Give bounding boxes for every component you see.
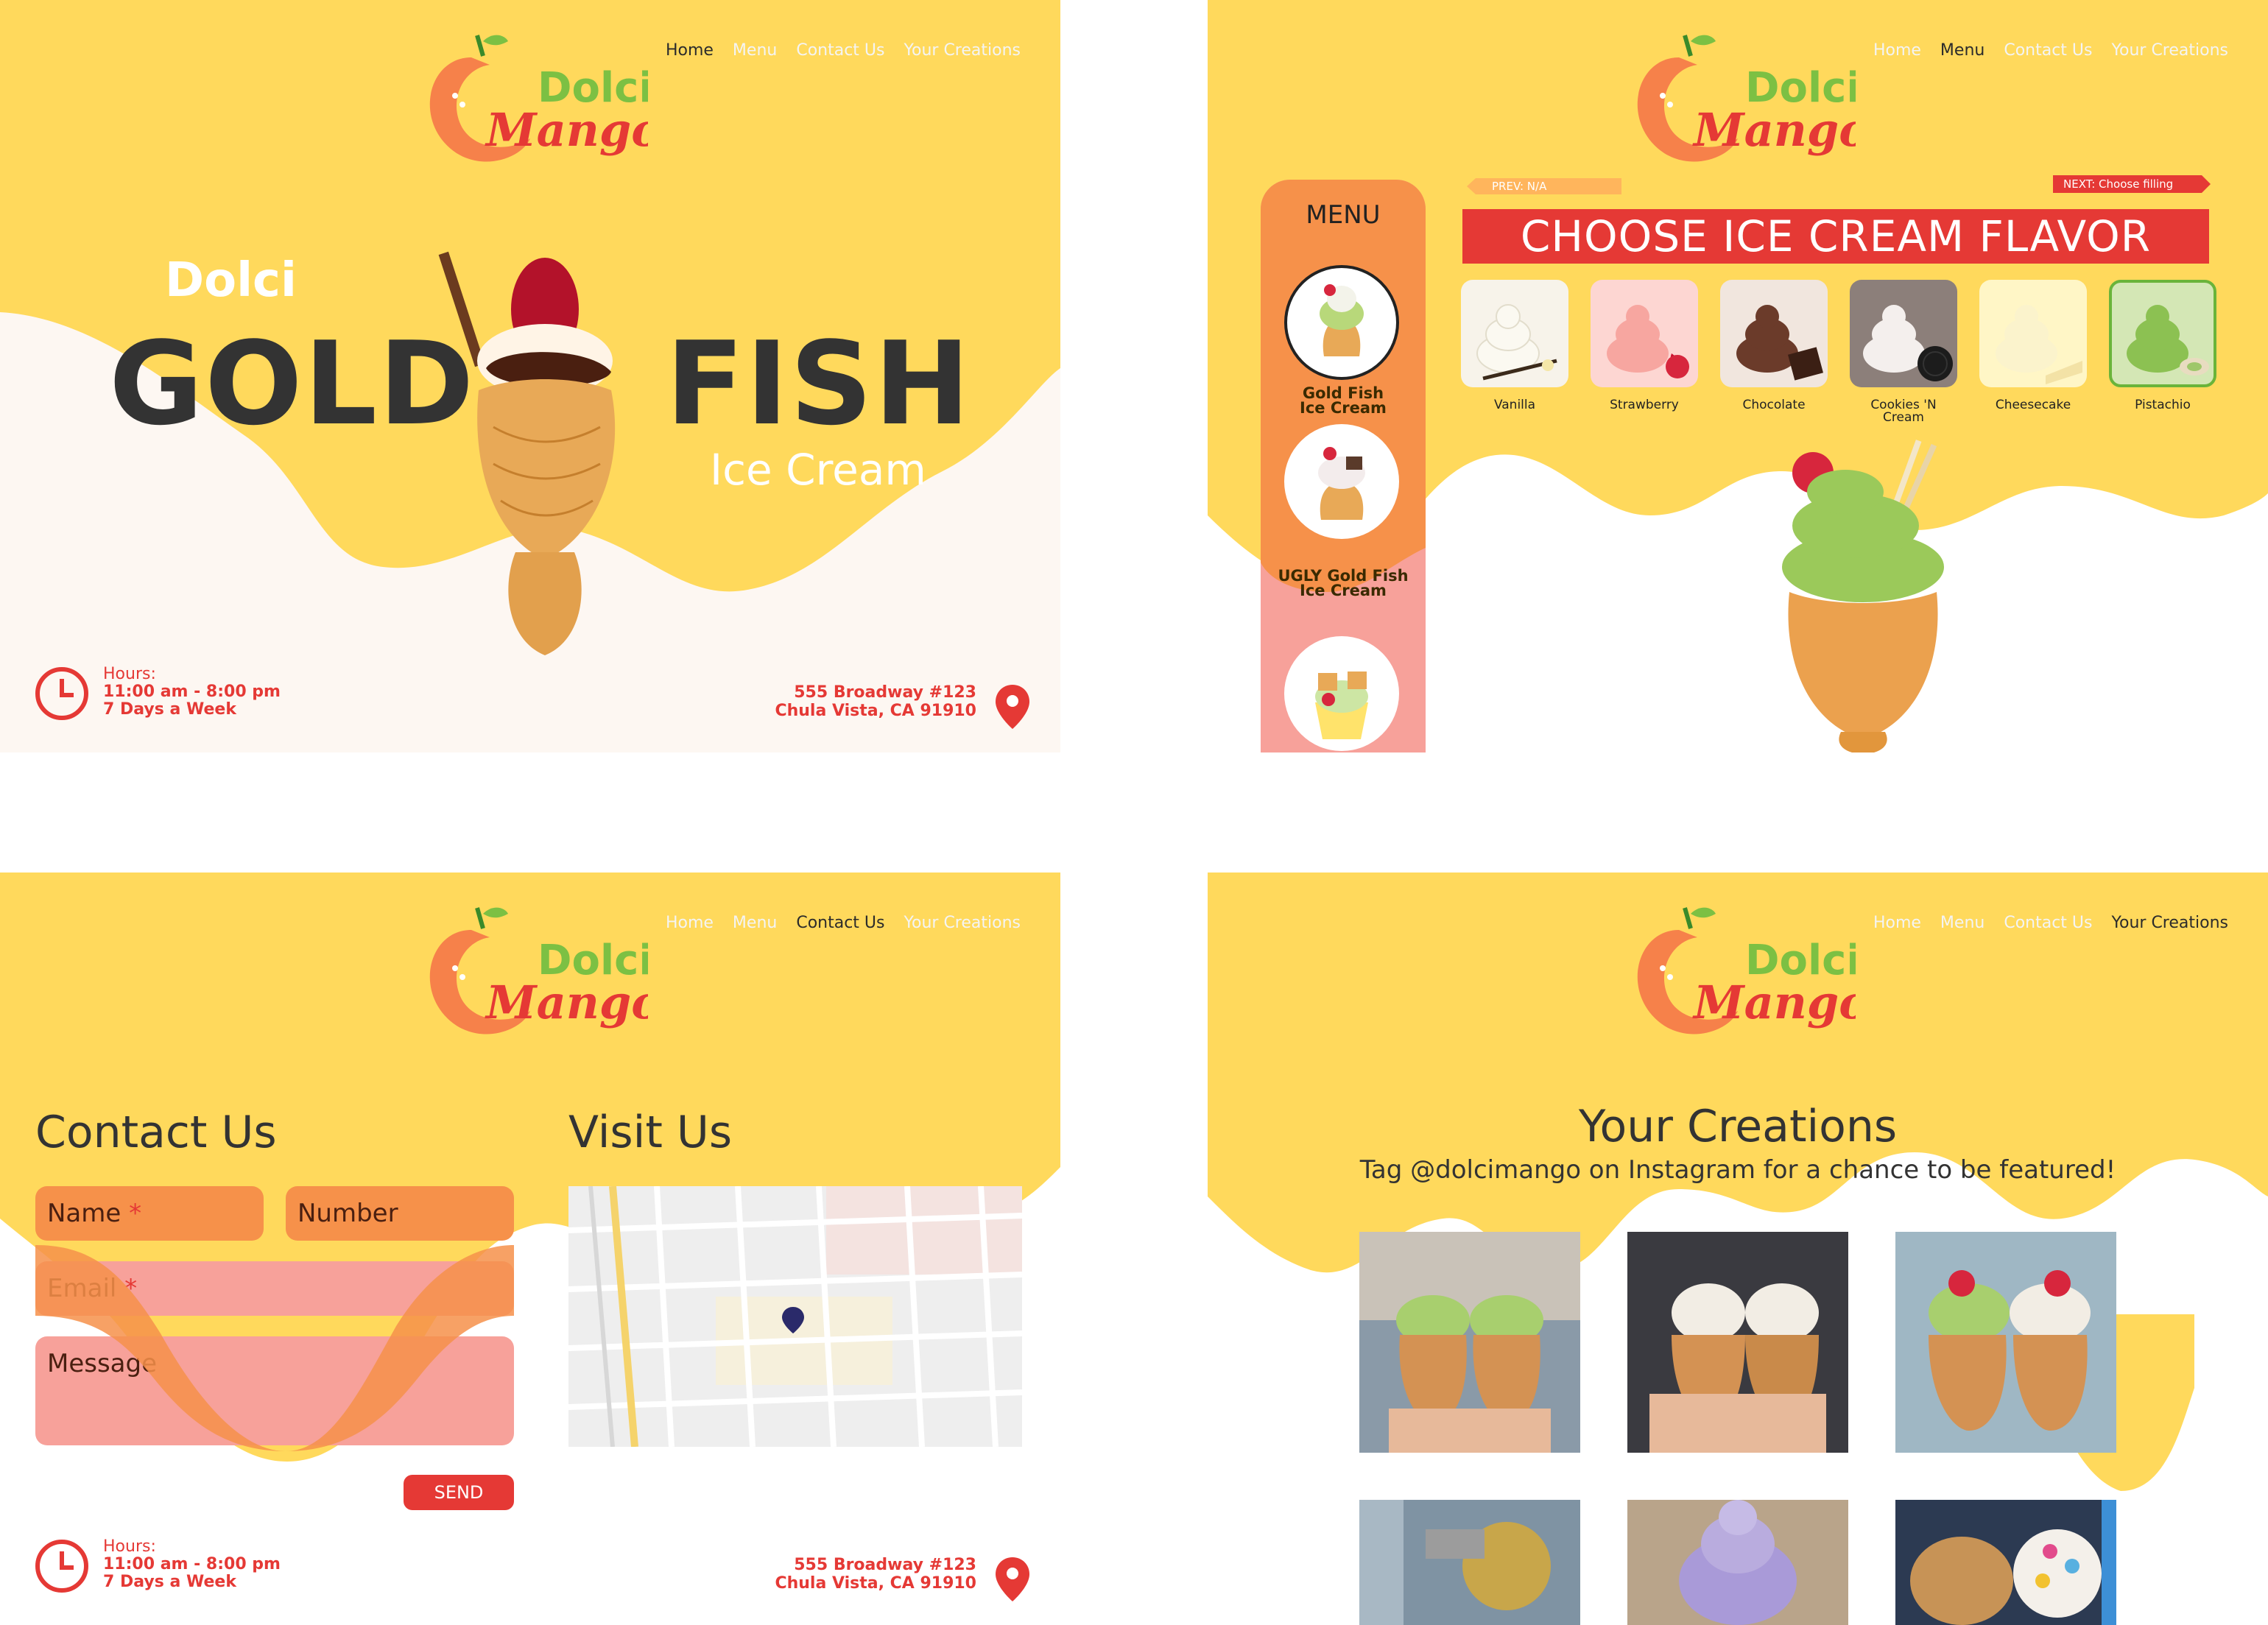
nav-contact[interactable]: Contact Us: [2004, 914, 2092, 932]
flavor-cheesecake[interactable]: Cheesecake: [1979, 280, 2087, 424]
menu-item-ugly-image[interactable]: [1284, 424, 1399, 539]
menu-item-goldfish[interactable]: Gold Fish Ice Cream: [1261, 386, 1426, 416]
nav-contact[interactable]: Contact Us: [796, 914, 884, 932]
address-block[interactable]: 555 Broadway #123 Chula Vista, CA 91910: [775, 683, 1031, 730]
hours-block: Hours: 11:00 am - 8:00 pm 7 Days a Week: [34, 666, 281, 722]
mango-logo-icon: Dolci Mango: [1637, 907, 1870, 1034]
dolci-mango-logo[interactable]: Dolci Mango: [1627, 28, 1870, 175]
svg-text:Mango: Mango: [1692, 976, 1856, 1029]
mango-logo-icon: Dolci Mango: [1637, 35, 1870, 162]
nav-contact[interactable]: Contact Us: [2004, 41, 2092, 60]
chocolate-swirl-icon: [1720, 280, 1828, 387]
hours-label: Hours:: [103, 665, 156, 683]
cookies-swirl-icon: [1850, 280, 1957, 387]
dolci-mango-logo[interactable]: Dolci Mango: [420, 28, 662, 175]
pistachio-goldfish-preview-image: [1782, 440, 1944, 752]
email-field[interactable]: Email *: [35, 1261, 514, 1316]
top-nav: Home Menu Contact Us Your Creations: [1873, 41, 2228, 60]
flavor-vanilla[interactable]: Vanilla: [1461, 280, 1568, 424]
address-line1: 555 Broadway #123: [794, 683, 976, 702]
hero-ice-cream: Ice Cream: [710, 445, 926, 495]
number-field[interactable]: Number: [286, 1186, 514, 1241]
visit-heading: Visit Us: [568, 1107, 733, 1158]
mango-logo-icon: Dolci Mango: [429, 907, 662, 1034]
strawberry-swirl-icon: [1591, 280, 1698, 387]
flavor-list: Vanilla Strawberry Chocolate Cookies 'N …: [1461, 280, 2216, 424]
top-nav: Home Menu Contact Us Your Creations: [666, 41, 1021, 60]
mango-logo-icon: Dolci Mango: [429, 35, 662, 162]
nav-menu[interactable]: Menu: [1940, 914, 1984, 932]
creations-heading: Your Creations: [1578, 1101, 1898, 1152]
map-pin-icon: [996, 685, 1029, 729]
svg-text:Mango: Mango: [485, 103, 648, 157]
pistachio-swirl-icon: [2109, 280, 2216, 387]
hero-dolci: Dolci: [165, 253, 297, 308]
name-field[interactable]: Name *: [35, 1186, 264, 1241]
hours-block: Hours: 11:00 am - 8:00 pm 7 Days a Week: [34, 1538, 281, 1594]
menu-title: MENU: [1306, 200, 1381, 230]
dolci-mango-logo[interactable]: Dolci Mango: [420, 900, 662, 1048]
nav-home[interactable]: Home: [1873, 914, 1921, 932]
nav-home[interactable]: Home: [1873, 41, 1921, 60]
prev-step-button[interactable]: PREV: N/A: [1467, 178, 1621, 194]
hours-days: 7 Days a Week: [103, 1573, 236, 1591]
creation-photo-2[interactable]: [1627, 1232, 1848, 1453]
goldfish-cone-image: [438, 251, 616, 655]
creations-subheading: Tag @dolcimango on Instagram for a chanc…: [1359, 1155, 2116, 1185]
flavor-strawberry[interactable]: Strawberry: [1591, 280, 1698, 424]
flavor-pistachio[interactable]: Pistachio: [2109, 280, 2216, 424]
hours-label: Hours:: [103, 1537, 156, 1556]
location-map[interactable]: [568, 1186, 1022, 1447]
hours-time: 11:00 am - 8:00 pm: [103, 1555, 281, 1573]
menu-item-goldfish-image[interactable]: [1284, 265, 1399, 380]
nav-creations[interactable]: Your Creations: [904, 41, 1021, 60]
creation-photo-4[interactable]: [1359, 1500, 1580, 1625]
address-line1: 555 Broadway #123: [794, 1556, 976, 1574]
nav-contact[interactable]: Contact Us: [796, 41, 884, 60]
menu-item-ugly[interactable]: UGLY Gold Fish Ice Cream: [1261, 568, 1426, 599]
home-screen: Dolci Mango Home Menu Contact Us Your Cr…: [0, 0, 1060, 752]
address-block[interactable]: 555 Broadway #123 Chula Vista, CA 91910: [775, 1556, 1031, 1603]
contact-heading: Contact Us: [35, 1107, 277, 1158]
vanilla-swirl-icon: [1461, 280, 1568, 387]
hours-time: 11:00 am - 8:00 pm: [103, 683, 281, 701]
nav-menu[interactable]: Menu: [733, 41, 777, 60]
svg-text:Mango: Mango: [485, 976, 648, 1029]
creation-photo-5[interactable]: [1627, 1500, 1848, 1625]
hero-gold: GOLD: [109, 317, 476, 451]
creations-screen: Dolci Mango Home Menu Contact Us Your Cr…: [1208, 873, 2268, 1625]
hero-fish: FISH: [666, 317, 972, 451]
next-step-button[interactable]: NEXT: Choose filling: [2053, 175, 2211, 193]
nav-home[interactable]: Home: [666, 41, 714, 60]
menu-sidebar: MENU Gold Fish Ice Cream UGLY Gold Fish …: [1261, 180, 1426, 752]
cheesecake-swirl-icon: [1979, 280, 2087, 387]
menu-screen: Dolci Mango Home Menu Contact Us Your Cr…: [1208, 0, 2268, 752]
message-field[interactable]: Message: [35, 1336, 514, 1445]
menu-item-waffle-cup-image[interactable]: [1284, 636, 1399, 751]
hours-days: 7 Days a Week: [103, 700, 236, 719]
dolci-mango-logo[interactable]: Dolci Mango: [1627, 900, 1870, 1048]
address-line2: Chula Vista, CA 91910: [775, 702, 976, 720]
creation-photo-1[interactable]: [1359, 1232, 1580, 1453]
top-nav: Home Menu Contact Us Your Creations: [1873, 914, 2228, 932]
clock-icon: [35, 1540, 88, 1593]
send-button[interactable]: SEND: [404, 1475, 514, 1510]
nav-home[interactable]: Home: [666, 914, 714, 932]
top-nav: Home Menu Contact Us Your Creations: [666, 914, 1021, 932]
flavor-chocolate[interactable]: Chocolate: [1720, 280, 1828, 424]
map-pin-icon: [996, 1557, 1029, 1601]
clock-icon: [35, 667, 88, 720]
nav-menu[interactable]: Menu: [733, 914, 777, 932]
svg-text:Mango: Mango: [1692, 103, 1856, 157]
address-line2: Chula Vista, CA 91910: [775, 1574, 976, 1593]
creation-photo-6[interactable]: [1895, 1500, 2116, 1625]
nav-creations[interactable]: Your Creations: [904, 914, 1021, 932]
nav-menu[interactable]: Menu: [1940, 41, 1984, 60]
flavor-cookies-n-cream[interactable]: Cookies 'N Cream: [1850, 280, 1957, 424]
nav-creations[interactable]: Your Creations: [2111, 41, 2228, 60]
creation-photo-3[interactable]: [1895, 1232, 2116, 1453]
contact-screen: Dolci Mango Home Menu Contact Us Your Cr…: [0, 873, 1060, 1625]
choose-flavor-heading: CHOOSE ICE CREAM FLAVOR: [1462, 209, 2209, 264]
nav-creations[interactable]: Your Creations: [2111, 914, 2228, 932]
